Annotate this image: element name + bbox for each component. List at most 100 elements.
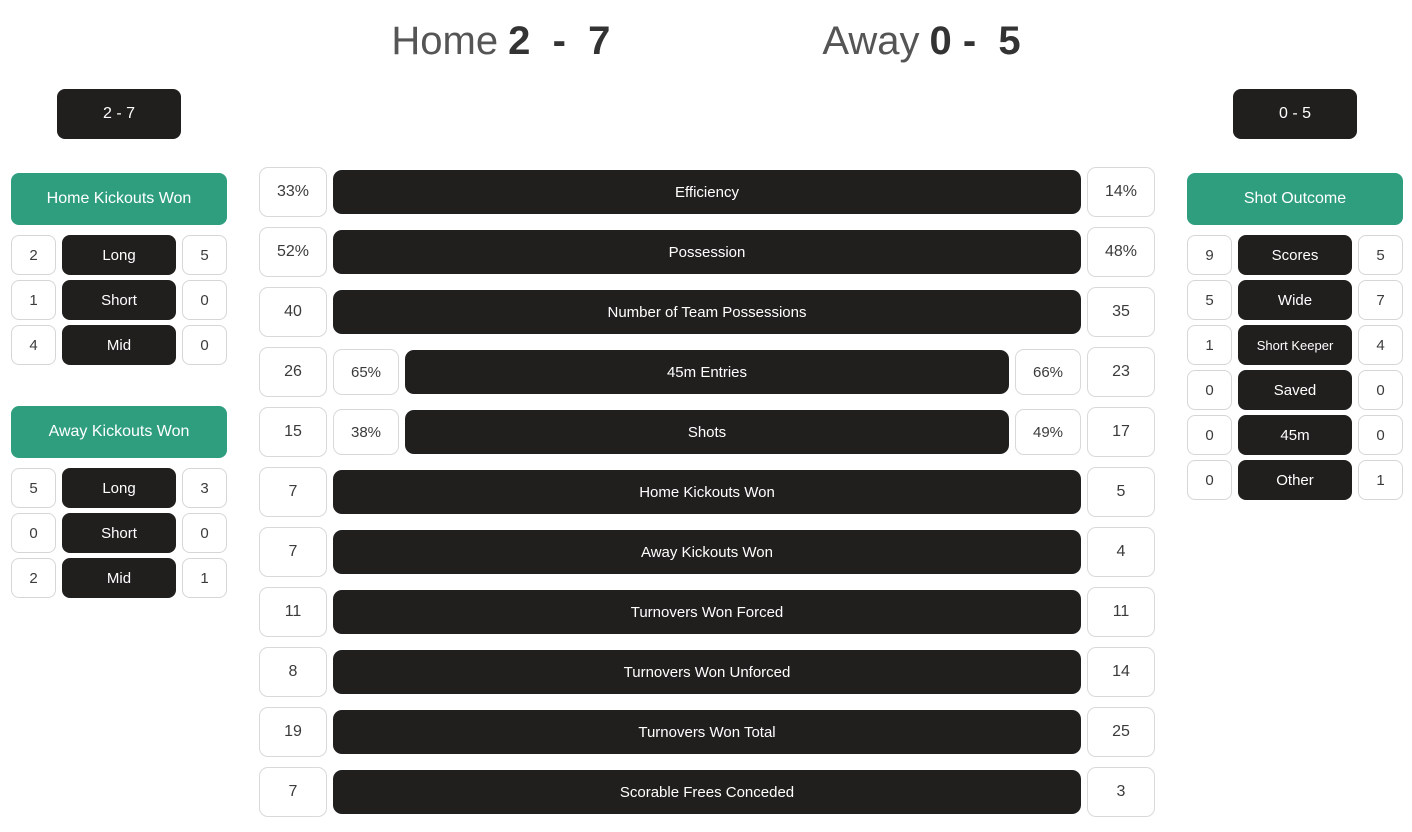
away-value[interactable]: 0 bbox=[182, 280, 227, 320]
home-team-label: Home bbox=[391, 18, 499, 63]
stat-row-45m-entries: 26 65% 45m Entries 66% 23 bbox=[259, 347, 1155, 397]
away-value[interactable]: 17 bbox=[1087, 407, 1155, 457]
home-value[interactable]: 0 bbox=[11, 513, 56, 553]
stat-row-efficiency: 33% Efficiency 14% bbox=[259, 167, 1155, 217]
row-label[interactable]: 45m bbox=[1238, 415, 1352, 455]
panel-row: 1 Short 0 bbox=[11, 280, 227, 320]
away-value[interactable]: 14 bbox=[1087, 647, 1155, 697]
away-percent[interactable]: 49% bbox=[1015, 409, 1081, 455]
panel-row: 4 Mid 0 bbox=[11, 325, 227, 365]
stat-row-home-kickouts-won: 7 Home Kickouts Won 5 bbox=[259, 467, 1155, 517]
home-percent[interactable]: 65% bbox=[333, 349, 399, 395]
away-value[interactable]: 25 bbox=[1087, 707, 1155, 757]
home-value[interactable]: 52% bbox=[259, 227, 327, 277]
row-label[interactable]: Short Keeper bbox=[1238, 325, 1352, 365]
away-percent[interactable]: 66% bbox=[1015, 349, 1081, 395]
home-value[interactable]: 8 bbox=[259, 647, 327, 697]
away-value[interactable]: 48% bbox=[1087, 227, 1155, 277]
away-value[interactable]: 5 bbox=[182, 235, 227, 275]
stat-label[interactable]: Number of Team Possessions bbox=[333, 290, 1081, 334]
away-score-badge[interactable]: 0 - 5 bbox=[1233, 89, 1357, 139]
home-value[interactable]: 7 bbox=[259, 767, 327, 817]
away-value[interactable]: 4 bbox=[1087, 527, 1155, 577]
panel-row: 0 45m 0 bbox=[1187, 415, 1403, 455]
home-value[interactable]: 15 bbox=[259, 407, 327, 457]
away-value[interactable]: 11 bbox=[1087, 587, 1155, 637]
panel-title-shot-outcome[interactable]: Shot Outcome bbox=[1187, 173, 1403, 225]
stat-label[interactable]: Turnovers Won Total bbox=[333, 710, 1081, 754]
away-value[interactable]: 23 bbox=[1087, 347, 1155, 397]
row-label[interactable]: Mid bbox=[62, 558, 176, 598]
away-value[interactable]: 1 bbox=[182, 558, 227, 598]
stat-row-shots: 15 38% Shots 49% 17 bbox=[259, 407, 1155, 457]
home-percent[interactable]: 38% bbox=[333, 409, 399, 455]
home-value[interactable]: 33% bbox=[259, 167, 327, 217]
home-value[interactable]: 0 bbox=[1187, 370, 1232, 410]
away-value[interactable]: 0 bbox=[1358, 370, 1403, 410]
stat-label[interactable]: Shots bbox=[405, 410, 1009, 454]
stat-label[interactable]: 45m Entries bbox=[405, 350, 1009, 394]
home-value[interactable]: 0 bbox=[1187, 415, 1232, 455]
stat-label[interactable]: Efficiency bbox=[333, 170, 1081, 214]
away-value[interactable]: 3 bbox=[182, 468, 227, 508]
away-value[interactable]: 3 bbox=[1087, 767, 1155, 817]
home-value[interactable]: 40 bbox=[259, 287, 327, 337]
stat-label[interactable]: Turnovers Won Forced bbox=[333, 590, 1081, 634]
stat-label[interactable]: Possession bbox=[333, 230, 1081, 274]
home-value[interactable]: 9 bbox=[1187, 235, 1232, 275]
stat-label[interactable]: Scorable Frees Conceded bbox=[333, 770, 1081, 814]
home-value[interactable]: 1 bbox=[1187, 325, 1232, 365]
home-value[interactable]: 1 bbox=[11, 280, 56, 320]
home-value[interactable]: 7 bbox=[259, 467, 327, 517]
home-value[interactable]: 5 bbox=[11, 468, 56, 508]
panel-away-kickouts-won: Away Kickouts Won 5 Long 3 0 Short 0 2 M… bbox=[11, 406, 227, 603]
stat-label[interactable]: Away Kickouts Won bbox=[333, 530, 1081, 574]
header-scores: Home 2 - 7 Away 0 - 5 bbox=[391, 19, 1020, 64]
row-label[interactable]: Mid bbox=[62, 325, 176, 365]
home-value[interactable]: 7 bbox=[259, 527, 327, 577]
stat-row-possession: 52% Possession 48% bbox=[259, 227, 1155, 277]
home-value[interactable]: 2 bbox=[11, 558, 56, 598]
away-value[interactable]: 14% bbox=[1087, 167, 1155, 217]
panel-shot-outcome: Shot Outcome 9 Scores 5 5 Wide 7 1 Short… bbox=[1187, 173, 1403, 505]
home-score-badge[interactable]: 2 - 7 bbox=[57, 89, 181, 139]
panel-row: 1 Short Keeper 4 bbox=[1187, 325, 1403, 365]
away-value[interactable]: 0 bbox=[1358, 415, 1403, 455]
away-value[interactable]: 5 bbox=[1358, 235, 1403, 275]
page-header: Home 2 - 7 Away 0 - 5 bbox=[0, 8, 1412, 74]
panel-home-kickouts-won: Home Kickouts Won 2 Long 5 1 Short 0 4 M… bbox=[11, 173, 227, 370]
panel-title-away-kickouts[interactable]: Away Kickouts Won bbox=[11, 406, 227, 458]
away-team-label: Away bbox=[822, 18, 920, 63]
row-label[interactable]: Long bbox=[62, 468, 176, 508]
panel-title-home-kickouts[interactable]: Home Kickouts Won bbox=[11, 173, 227, 225]
row-label[interactable]: Saved bbox=[1238, 370, 1352, 410]
home-value[interactable]: 26 bbox=[259, 347, 327, 397]
home-value[interactable]: 2 bbox=[11, 235, 56, 275]
away-value[interactable]: 7 bbox=[1358, 280, 1403, 320]
away-value[interactable]: 1 bbox=[1358, 460, 1403, 500]
row-label[interactable]: Other bbox=[1238, 460, 1352, 500]
panel-row: 0 Saved 0 bbox=[1187, 370, 1403, 410]
stat-row-turnovers-won-forced: 11 Turnovers Won Forced 11 bbox=[259, 587, 1155, 637]
row-label[interactable]: Wide bbox=[1238, 280, 1352, 320]
away-value[interactable]: 4 bbox=[1358, 325, 1403, 365]
home-value[interactable]: 5 bbox=[1187, 280, 1232, 320]
match-stats-table: 33% Efficiency 14% 52% Possession 48% 40… bbox=[259, 167, 1155, 827]
row-label[interactable]: Short bbox=[62, 280, 176, 320]
row-label[interactable]: Scores bbox=[1238, 235, 1352, 275]
away-value[interactable]: 35 bbox=[1087, 287, 1155, 337]
away-value[interactable]: 5 bbox=[1087, 467, 1155, 517]
home-value[interactable]: 4 bbox=[11, 325, 56, 365]
away-value[interactable]: 0 bbox=[182, 513, 227, 553]
home-value[interactable]: 19 bbox=[259, 707, 327, 757]
row-label[interactable]: Short bbox=[62, 513, 176, 553]
stat-label[interactable]: Home Kickouts Won bbox=[333, 470, 1081, 514]
row-label[interactable]: Long bbox=[62, 235, 176, 275]
stat-label[interactable]: Turnovers Won Unforced bbox=[333, 650, 1081, 694]
stat-row-number-of-team-possessions: 40 Number of Team Possessions 35 bbox=[259, 287, 1155, 337]
away-value[interactable]: 0 bbox=[182, 325, 227, 365]
home-value[interactable]: 11 bbox=[259, 587, 327, 637]
away-team-score: 0 - 5 bbox=[929, 18, 1021, 63]
stat-row-turnovers-won-unforced: 8 Turnovers Won Unforced 14 bbox=[259, 647, 1155, 697]
home-value[interactable]: 0 bbox=[1187, 460, 1232, 500]
